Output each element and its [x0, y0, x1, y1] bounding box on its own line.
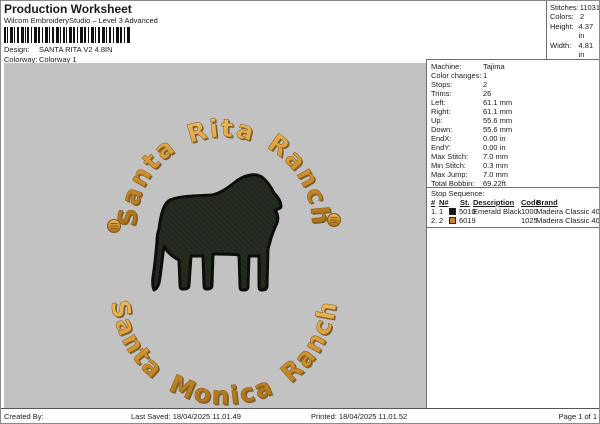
design-preview-canvas: Santa Rita Ranch Santa Rita Ranch Santa …: [4, 63, 428, 408]
page-title: Production Worksheet: [4, 2, 132, 16]
thread-swatch: [449, 217, 456, 224]
right-dot-icon: [328, 214, 341, 227]
machine-detail-list: Machine:Tajima Color changes:1 Stops:2 T…: [427, 60, 600, 188]
barcode-icon: [4, 27, 131, 43]
design-stats-box: Stitches: 11031 Colors: 2 Height: 4.37 i…: [546, 1, 600, 60]
thread-swatch: [449, 208, 456, 215]
machine-info-panel: Machine:Tajima Color changes:1 Stops:2 T…: [426, 59, 600, 408]
created-by-label: Created By:: [4, 412, 44, 421]
stop-sequence-header: # N# St. Description Code Brand: [431, 198, 600, 207]
design-label: Design:: [4, 45, 39, 54]
stop-sequence-row: 2. 2 6019 1025 Madeira Classic 40: [431, 216, 600, 225]
stat-stitches: Stitches: 11031: [550, 3, 600, 12]
last-saved-text: Last Saved: 18/04/2025 11.01.49: [131, 412, 241, 421]
footer-bar: Created By: Last Saved: 18/04/2025 11.01…: [1, 408, 600, 424]
printed-text: Printed: 18/04/2025 11.01.52: [311, 412, 407, 421]
stat-colors: Colors: 2: [550, 12, 600, 21]
software-subtitle: Wilcom EmbroideryStudio – Level 3 Advanc…: [4, 16, 158, 25]
stat-height: Height: 4.37 in: [550, 22, 600, 41]
production-worksheet-page: Production Worksheet Wilcom EmbroiderySt…: [0, 0, 600, 424]
stop-sequence-title: Stop Sequence:: [431, 189, 600, 198]
stop-sequence-section: Stop Sequence: # N# St. Description Code…: [427, 187, 600, 228]
bull-silhouette: [153, 175, 281, 290]
page-number: Page 1 of 1: [559, 412, 597, 421]
svg-text:Santa Monica Ranch: Santa Monica Ranch: [105, 298, 343, 408]
left-dot-icon: [108, 220, 121, 233]
embroidery-design: Santa Rita Ranch Santa Rita Ranch Santa …: [4, 63, 428, 408]
stat-width: Width: 4.81 in: [550, 41, 600, 60]
design-value: SANTA RITA V2 4.8IN: [39, 45, 113, 54]
arc-text-bottom: Santa Monica Ranch Santa Monica Ranch: [105, 298, 344, 408]
design-name-row: Design: SANTA RITA V2 4.8IN: [4, 45, 113, 54]
stop-sequence-row: 1. 1 5010 Emerald Black 1000 Madeira Cla…: [431, 207, 600, 216]
